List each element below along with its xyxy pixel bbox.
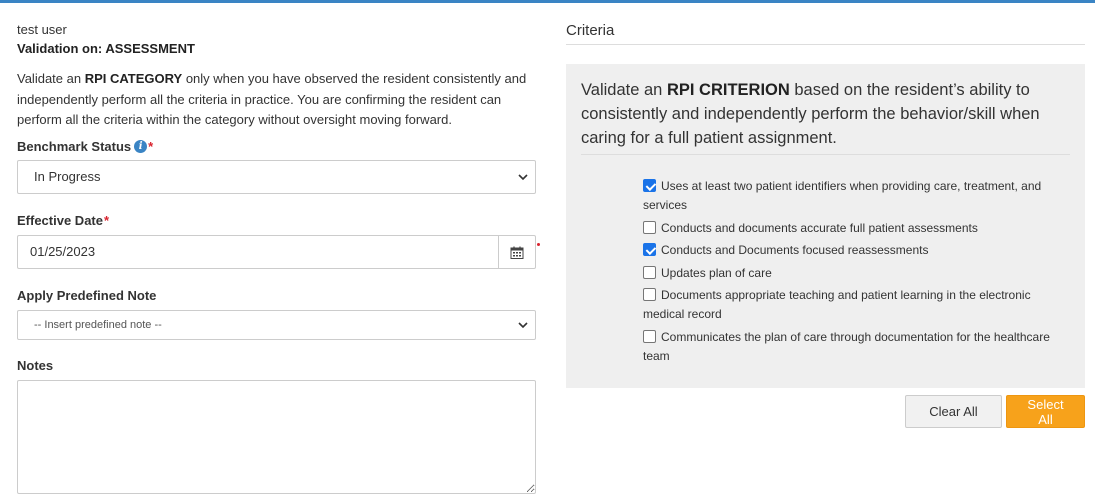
benchmark-status-label-text: Benchmark Status	[17, 139, 132, 154]
info-icon[interactable]: i	[134, 140, 148, 153]
validation-form: test user Validation on: ASSESSMENT Vali…	[17, 20, 540, 494]
clear-all-button[interactable]: Clear All	[905, 395, 1002, 428]
criterion-checkbox[interactable]	[643, 329, 656, 343]
criterion-label: Uses at least two patient identifiers wh…	[643, 179, 1042, 212]
criteria-checklist: Uses at least two patient identifiers wh…	[643, 177, 1073, 366]
required-marker: *	[103, 213, 110, 228]
criterion-item[interactable]: Documents appropriate teaching and patie…	[643, 286, 1073, 324]
criterion-item[interactable]: Conducts and documents accurate full pat…	[643, 219, 1073, 238]
criterion-label: Conducts and Documents focused reassessm…	[661, 243, 929, 257]
criterion-checkbox[interactable]	[643, 265, 656, 279]
notes-textarea[interactable]	[17, 380, 536, 494]
criterion-label: Conducts and documents accurate full pat…	[661, 220, 978, 235]
required-dot	[537, 243, 540, 246]
criterion-checkbox[interactable]	[643, 220, 656, 234]
effective-date-label: Effective Date *	[17, 213, 536, 228]
effective-date-field: 01/25/2023	[17, 235, 540, 269]
criteria-actions: Clear All Select All	[905, 395, 1085, 428]
user-name: test user	[17, 22, 67, 37]
criterion-item[interactable]: Uses at least two patient identifiers wh…	[643, 177, 1073, 215]
predefined-note-value: -- Insert predefined note --	[34, 319, 162, 331]
chevron-down-icon	[518, 322, 528, 329]
effective-date-label-text: Effective Date	[17, 213, 103, 228]
validation-heading: Validation on: ASSESSMENT	[17, 41, 195, 56]
criteria-instructions-bold: RPI CRITERION	[666, 81, 790, 99]
criterion-checkbox[interactable]	[643, 243, 656, 256]
notes-label: Notes	[17, 358, 54, 373]
select-all-button[interactable]: Select All	[1006, 395, 1085, 428]
calendar-icon	[510, 246, 524, 259]
criteria-instructions: Validate an RPI CRITERION based on the r…	[581, 78, 1070, 155]
intro-text: Validate an RPI CATEGORY only when you h…	[17, 69, 537, 131]
top-accent-bar	[0, 0, 1095, 6]
criteria-panel: Validate an RPI CRITERION based on the r…	[566, 64, 1085, 388]
criterion-item[interactable]: Conducts and Documents focused reassessm…	[643, 241, 1073, 260]
intro-text-part1: Validate an	[17, 71, 85, 86]
benchmark-status-label: Benchmark Status i *	[17, 139, 536, 154]
chevron-down-icon	[518, 174, 528, 181]
predefined-note-select[interactable]: -- Insert predefined note --	[17, 310, 536, 340]
benchmark-status-group: Benchmark Status i * In Progress	[17, 139, 536, 194]
benchmark-status-select[interactable]: In Progress	[17, 160, 536, 194]
criterion-checkbox[interactable]	[643, 288, 656, 301]
predefined-note-group: Apply Predefined Note -- Insert predefin…	[17, 288, 536, 340]
required-marker: *	[148, 139, 154, 154]
benchmark-status-value: In Progress	[34, 169, 101, 184]
criterion-item[interactable]: Communicates the plan of care through do…	[643, 328, 1073, 366]
criterion-label: Updates plan of care	[661, 265, 772, 280]
effective-date-group: Effective Date * 01/25/2023	[17, 213, 540, 269]
notes-group: Notes	[17, 358, 536, 497]
criterion-label: Documents appropriate teaching and patie…	[643, 288, 1031, 321]
intro-text-bold: RPI CATEGORY	[84, 71, 183, 86]
criterion-label: Communicates the plan of care through do…	[643, 329, 1050, 363]
date-picker-button[interactable]	[498, 235, 536, 269]
criterion-checkbox[interactable]	[643, 179, 656, 192]
criteria-section: Criteria Validate an RPI CRITERION based…	[566, 20, 1085, 428]
effective-date-input[interactable]: 01/25/2023	[17, 235, 498, 269]
criteria-instructions-part1: Validate an	[581, 81, 667, 99]
criterion-item[interactable]: Updates plan of care	[643, 264, 1073, 283]
predefined-note-label: Apply Predefined Note	[17, 288, 157, 303]
criteria-title: Criteria	[566, 20, 1085, 45]
